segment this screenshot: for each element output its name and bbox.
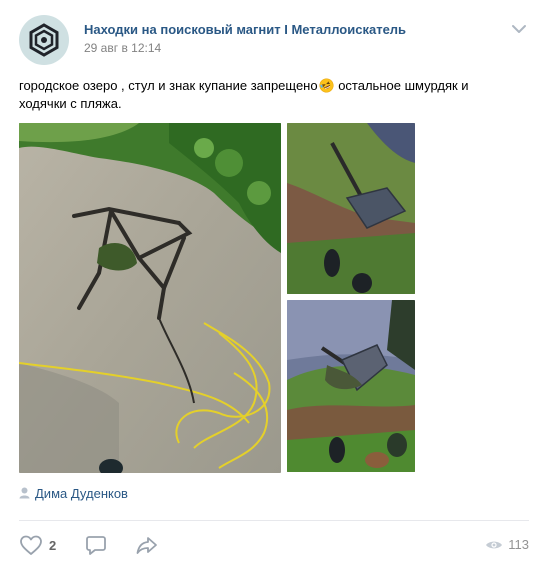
comment-button[interactable] xyxy=(85,534,107,556)
views-count: 113 xyxy=(508,537,529,552)
post-text-part-1: городское озеро , стул и знак купание за… xyxy=(19,78,318,93)
photo-sign-at-water[interactable] xyxy=(287,300,415,472)
like-count: 2 xyxy=(49,537,57,553)
group-avatar[interactable] xyxy=(19,15,69,65)
post-date[interactable]: 29 авг в 12:14 xyxy=(84,41,161,55)
user-icon xyxy=(19,487,30,499)
photo-sign-in-grass[interactable] xyxy=(287,123,415,294)
photo-chair-on-shore[interactable] xyxy=(19,123,281,473)
post-menu-chevron-icon[interactable] xyxy=(510,22,528,36)
views-counter: 113 xyxy=(485,537,529,552)
rolling-on-floor-laughing-emoji-icon xyxy=(319,78,334,93)
eye-icon xyxy=(486,541,503,548)
heart-icon xyxy=(20,535,42,555)
hexagon-logo-icon xyxy=(29,23,59,57)
comment-icon xyxy=(86,536,106,555)
author-name-link[interactable]: Дима Дуденков xyxy=(35,486,128,501)
like-button[interactable]: 2 xyxy=(19,534,56,556)
share-button[interactable] xyxy=(135,534,159,556)
post-text: городское озеро , стул и знак купание за… xyxy=(19,77,519,113)
post-author[interactable]: Дима Дуденков xyxy=(19,485,128,501)
post-divider xyxy=(19,520,529,521)
group-name-link[interactable]: Находки на поисковый магнит I Металлоиск… xyxy=(84,22,406,37)
wall-post: Находки на поисковый магнит I Металлоиск… xyxy=(0,0,546,567)
share-arrow-icon xyxy=(136,537,157,554)
